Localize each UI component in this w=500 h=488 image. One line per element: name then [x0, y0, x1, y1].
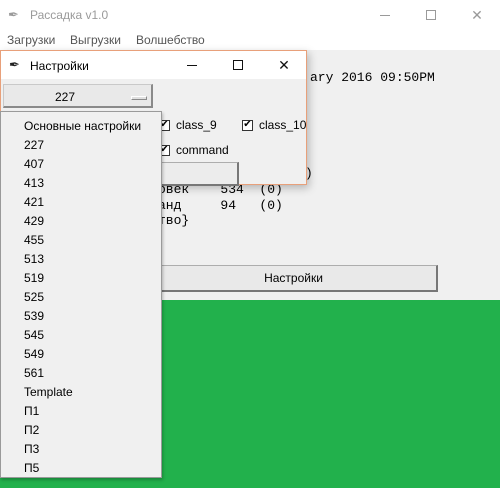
dropdown-item[interactable]: П2 — [24, 421, 39, 440]
menu-volshebstvo[interactable]: Волшебство — [136, 33, 205, 47]
dropdown-item[interactable]: 539 — [24, 307, 44, 326]
main-window-title: Рассадка v1.0 — [30, 8, 109, 22]
checkbox-command[interactable]: ✔ command — [159, 143, 229, 157]
dropdown-item[interactable]: 429 — [24, 212, 44, 231]
checkbox-checked-icon: ✔ — [242, 119, 253, 131]
minimize-icon — [187, 64, 197, 66]
checkbox-label: class_10 — [259, 118, 307, 132]
option-dropdown-list: Основные настройки 227 407 413 421 429 4… — [0, 111, 162, 478]
checkbox-label: class_9 — [176, 118, 217, 132]
dropdown-item[interactable]: 413 — [24, 174, 44, 193]
log-line-4: анд 94 (0) — [158, 198, 283, 213]
dropdown-item[interactable]: 455 — [24, 231, 44, 250]
settings-button[interactable]: Настройки — [150, 265, 438, 292]
dropdown-item[interactable]: Template — [24, 383, 73, 402]
dropdown-item[interactable]: П3 — [24, 440, 39, 459]
log-line-date: ary 2016 09:50PM — [310, 70, 435, 85]
profile-option-menu[interactable]: 227 — [3, 84, 153, 108]
menubar: Загрузки Выгрузки Волшебство — [0, 30, 500, 50]
log-line-5: тво} — [158, 213, 190, 228]
maximize-button[interactable] — [408, 0, 454, 30]
dropdown-item[interactable]: 545 — [24, 326, 44, 345]
dropdown-item[interactable]: П1 — [24, 402, 39, 421]
checkbox-class-10[interactable]: ✔ class_10 — [242, 118, 306, 132]
option-menu-indicator-icon — [131, 96, 147, 100]
dropdown-item[interactable]: 513 — [24, 250, 44, 269]
settings-close-button[interactable]: ✕ — [261, 51, 307, 79]
dropdown-item[interactable]: Основные настройки — [24, 117, 141, 136]
dropdown-item[interactable]: 561 — [24, 364, 44, 383]
close-icon: ✕ — [471, 6, 483, 23]
minimize-icon — [380, 14, 390, 16]
dropdown-item[interactable]: 227 — [24, 136, 44, 155]
feather-icon: ✒ — [8, 7, 19, 22]
settings-titlebar[interactable]: ✒ Настройки ✕ — [1, 51, 306, 79]
settings-button-label: Настройки — [264, 271, 323, 285]
close-button[interactable]: ✕ — [454, 0, 500, 30]
feather-icon: ✒ — [9, 57, 20, 72]
dropdown-item[interactable]: 549 — [24, 345, 44, 364]
dropdown-item[interactable]: П5 — [24, 459, 39, 478]
menu-vygruzki[interactable]: Выгрузки — [70, 33, 121, 47]
option-menu-value: 227 — [54, 90, 76, 104]
main-window-titlebar[interactable]: ✒ Рассадка v1.0 ✕ — [0, 0, 500, 30]
close-icon: ✕ — [278, 56, 290, 73]
settings-minimize-button[interactable] — [169, 51, 215, 79]
minimize-button[interactable] — [362, 0, 408, 30]
menu-zagruzki[interactable]: Загрузки — [7, 33, 55, 47]
settings-title: Настройки — [30, 59, 89, 73]
dropdown-item[interactable]: 421 — [24, 193, 44, 212]
dropdown-item[interactable]: 519 — [24, 269, 44, 288]
dropdown-item[interactable]: 407 — [24, 155, 44, 174]
dropdown-item[interactable]: 525 — [24, 288, 44, 307]
maximize-icon — [426, 10, 436, 20]
maximize-icon — [233, 60, 243, 70]
checkbox-class-9[interactable]: ✔ class_9 — [159, 118, 217, 132]
checkbox-label: command — [176, 143, 229, 157]
settings-maximize-button[interactable] — [215, 51, 261, 79]
